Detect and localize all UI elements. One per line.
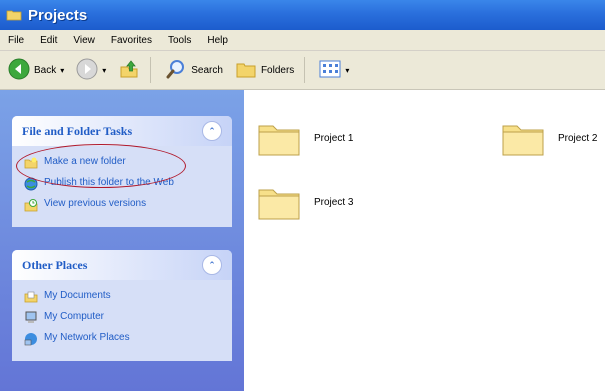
back-button[interactable]: Back ▾ xyxy=(4,55,68,85)
panel-header[interactable]: File and Folder Tasks ⌃ xyxy=(12,116,232,146)
folder-label: Project 1 xyxy=(314,132,354,144)
my-documents-link[interactable]: My Documents xyxy=(24,290,222,304)
folder-icon xyxy=(258,125,300,156)
folders-label: Folders xyxy=(260,64,295,76)
folder-label: Project 2 xyxy=(558,132,598,144)
menu-bar: File Edit View Favorites Tools Help xyxy=(0,30,605,51)
collapse-icon[interactable]: ⌃ xyxy=(202,121,222,141)
folder-item[interactable]: Project 3 xyxy=(256,182,353,222)
folder-label: Project 3 xyxy=(314,196,354,208)
menu-view[interactable]: View xyxy=(65,35,103,46)
back-arrow-icon xyxy=(8,58,30,83)
search-icon xyxy=(165,58,187,83)
toolbar: Back ▾ ▾ Search Folders ▾ xyxy=(0,51,605,90)
menu-edit[interactable]: Edit xyxy=(32,35,65,46)
views-grid-icon xyxy=(319,59,341,82)
back-label: Back xyxy=(34,64,57,76)
collapse-icon[interactable]: ⌃ xyxy=(202,255,222,275)
views-button[interactable]: ▾ xyxy=(315,55,353,85)
folder-icon xyxy=(6,9,22,21)
task-label: View previous versions xyxy=(44,198,147,209)
toolbar-divider xyxy=(150,57,152,83)
highlight-annotation xyxy=(16,144,186,188)
forward-button[interactable]: ▾ xyxy=(72,55,110,85)
menu-file[interactable]: File xyxy=(0,35,32,46)
task-pane: File and Folder Tasks ⌃ Make a new folde… xyxy=(0,90,244,391)
forward-arrow-icon xyxy=(76,58,98,83)
title-bar: Projects xyxy=(0,0,605,30)
my-documents-icon xyxy=(24,290,38,304)
place-label: My Network Places xyxy=(44,332,130,343)
menu-tools[interactable]: Tools xyxy=(160,35,199,46)
menu-help[interactable]: Help xyxy=(199,35,236,46)
folder-icon xyxy=(502,125,544,156)
view-previous-versions-link[interactable]: View previous versions xyxy=(24,198,222,212)
up-folder-icon xyxy=(118,58,140,83)
folder-view: Project 1 Project 2 Project 3 xyxy=(244,90,605,391)
folder-icon xyxy=(258,189,300,220)
search-button[interactable]: Search xyxy=(161,55,227,85)
network-places-link[interactable]: My Network Places xyxy=(24,332,222,346)
panel-title: Other Places xyxy=(22,257,88,272)
panel-title: File and Folder Tasks xyxy=(22,123,133,138)
my-computer-link[interactable]: My Computer xyxy=(24,311,222,325)
folders-icon xyxy=(235,58,257,83)
place-label: My Documents xyxy=(44,290,111,301)
previous-versions-icon xyxy=(24,198,38,212)
menu-favorites[interactable]: Favorites xyxy=(103,35,160,46)
other-places-panel: Other Places ⌃ My Documents My Computer xyxy=(12,250,232,361)
up-button[interactable] xyxy=(114,55,144,85)
folder-item[interactable]: Project 2 xyxy=(500,118,597,158)
chevron-down-icon[interactable]: ▾ xyxy=(102,66,106,75)
window-title: Projects xyxy=(28,6,88,24)
my-computer-icon xyxy=(24,311,38,325)
place-label: My Computer xyxy=(44,311,105,322)
folder-item[interactable]: Project 1 xyxy=(256,118,353,158)
chevron-down-icon[interactable]: ▾ xyxy=(60,66,64,75)
network-places-icon xyxy=(24,332,38,346)
panel-header[interactable]: Other Places ⌃ xyxy=(12,250,232,280)
chevron-down-icon[interactable]: ▾ xyxy=(345,66,349,75)
folders-button[interactable]: Folders xyxy=(231,55,298,85)
toolbar-divider xyxy=(304,57,306,83)
search-label: Search xyxy=(191,64,223,76)
